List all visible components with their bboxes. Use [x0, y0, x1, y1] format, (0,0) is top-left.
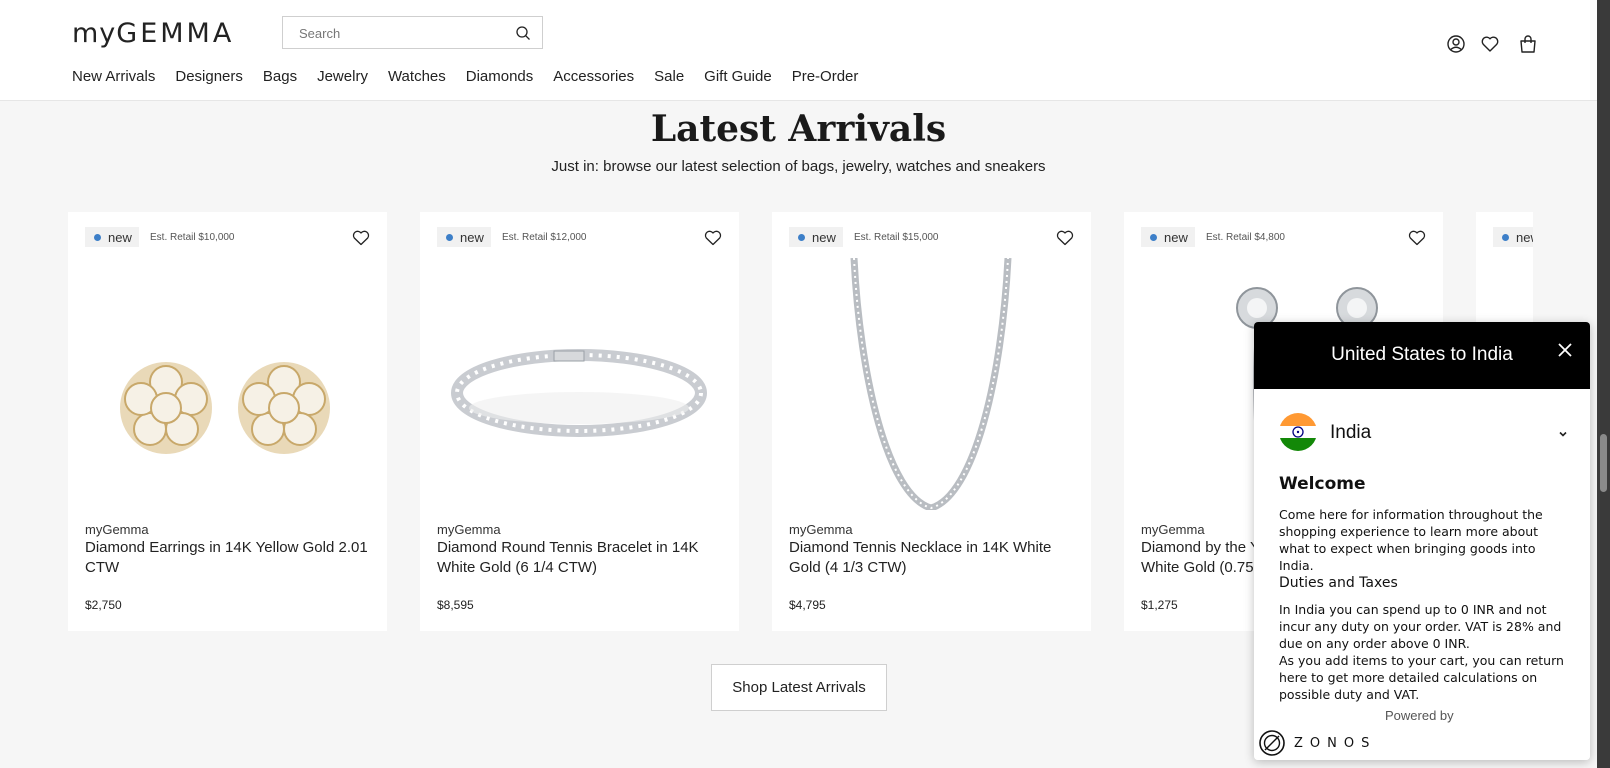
product-card[interactable]: new Est. Retail $10,000 myGemma Diamond …: [68, 212, 387, 631]
nav-gift-guide[interactable]: Gift Guide: [704, 68, 772, 85]
india-flag-icon: [1279, 413, 1317, 451]
est-retail: Est. Retail $4,800: [1206, 232, 1285, 243]
wishlist-heart-icon[interactable]: [1056, 230, 1074, 246]
nav-accessories[interactable]: Accessories: [553, 68, 634, 85]
wishlist-icon[interactable]: [1480, 34, 1500, 54]
new-dot-icon: [798, 233, 805, 241]
product-image-necklace[interactable]: [788, 257, 1075, 512]
est-retail: Est. Retail $12,000: [502, 232, 587, 243]
header-icons: [1446, 34, 1538, 54]
badge-label: new: [108, 229, 132, 245]
search-box: [282, 16, 543, 49]
duties-text-cart: As you add items to your cart, you can r…: [1279, 653, 1564, 702]
product-image-bracelet[interactable]: [436, 258, 723, 510]
nav-pre-order[interactable]: Pre-Order: [792, 68, 859, 85]
new-dot-icon: [1150, 233, 1157, 241]
product-brand: myGemma: [789, 522, 853, 537]
shop-latest-arrivals-button[interactable]: Shop Latest Arrivals: [711, 664, 887, 711]
product-card[interactable]: new Est. Retail $12,000 myGemma Diamond …: [420, 212, 739, 631]
product-image-earrings[interactable]: [84, 258, 371, 510]
product-brand: myGemma: [1141, 522, 1205, 537]
badge-label: new: [1516, 229, 1533, 245]
search-input[interactable]: [299, 24, 509, 42]
product-name[interactable]: Diamond Earrings in 14K Yellow Gold 2.01…: [85, 538, 375, 578]
main-nav: New Arrivals Designers Bags Jewelry Watc…: [72, 68, 878, 85]
badge-label: new: [812, 229, 836, 245]
mygemma-logo[interactable]: myGEMMA: [72, 18, 234, 49]
product-name[interactable]: Diamond Round Tennis Bracelet in 14K Whi…: [437, 538, 727, 578]
close-icon[interactable]: [1558, 342, 1572, 357]
est-retail: Est. Retail $15,000: [854, 232, 939, 243]
country-selector[interactable]: India: [1279, 413, 1569, 453]
new-badge: new: [85, 227, 139, 247]
zonos-duty-panel: United States to India India Welcome Com…: [1254, 322, 1590, 760]
product-brand: myGemma: [437, 522, 501, 537]
wishlist-heart-icon[interactable]: [352, 230, 370, 246]
account-icon[interactable]: [1446, 34, 1466, 54]
product-price: $8,595: [437, 598, 474, 612]
new-badge: new: [1493, 227, 1533, 247]
product-price: $4,795: [789, 598, 826, 612]
zonos-logo[interactable]: ZONOS: [1259, 730, 1376, 756]
nav-diamonds[interactable]: Diamonds: [466, 68, 534, 85]
est-retail: Est. Retail $10,000: [150, 232, 235, 243]
country-name: India: [1330, 422, 1372, 443]
nav-designers[interactable]: Designers: [175, 68, 243, 85]
scrollbar-thumb[interactable]: [1600, 434, 1607, 492]
zonos-header: United States to India: [1254, 322, 1590, 389]
nav-new-arrivals[interactable]: New Arrivals: [72, 68, 155, 85]
nav-jewelry[interactable]: Jewelry: [317, 68, 368, 85]
wishlist-heart-icon[interactable]: [704, 230, 722, 246]
product-price: $1,275: [1141, 598, 1178, 612]
zonos-mark-icon: [1259, 730, 1285, 756]
zonos-title: United States to India: [1331, 344, 1513, 365]
wishlist-heart-icon[interactable]: [1408, 230, 1426, 246]
product-price: $2,750: [85, 598, 122, 612]
chevron-down-icon: [1557, 425, 1569, 437]
badge-label: new: [1164, 229, 1188, 245]
new-badge: new: [437, 227, 491, 247]
search-icon[interactable]: [515, 25, 531, 41]
duties-text: In India you can spend up to 0 INR and n…: [1279, 602, 1562, 651]
section-subtitle: Just in: browse our latest selection of …: [551, 158, 1046, 175]
site-header: myGEMMA New Arrivals Designers Bags Jewe…: [0, 0, 1597, 101]
badge-label: new: [460, 229, 484, 245]
product-card[interactable]: new Est. Retail $15,000 myGemma Diamond …: [772, 212, 1091, 631]
welcome-text: Come here for information throughout the…: [1279, 507, 1543, 573]
new-badge: new: [789, 227, 843, 247]
section-title: Latest Arrivals: [650, 108, 947, 150]
new-dot-icon: [446, 233, 453, 241]
new-badge: new: [1141, 227, 1195, 247]
new-dot-icon: [94, 233, 101, 241]
product-name-line1: Diamond by the Ya: [1141, 539, 1268, 556]
shopping-bag-icon[interactable]: [1518, 34, 1538, 54]
powered-by-label: Powered by: [1385, 708, 1454, 723]
product-brand: myGemma: [85, 522, 149, 537]
product-name[interactable]: Diamond Tennis Necklace in 14K White Gol…: [789, 538, 1079, 578]
page-scrollbar[interactable]: [1597, 0, 1610, 768]
new-dot-icon: [1502, 233, 1509, 241]
logo-main: GEMMA: [116, 18, 235, 49]
nav-bags[interactable]: Bags: [263, 68, 297, 85]
product-name-line2: White Gold (0.75 C: [1141, 559, 1269, 576]
zonos-wordmark: ZONOS: [1294, 735, 1377, 751]
welcome-heading: Welcome: [1279, 474, 1366, 494]
duties-heading: Duties and Taxes: [1279, 575, 1398, 591]
nav-sale[interactable]: Sale: [654, 68, 684, 85]
logo-prefix: my: [72, 18, 117, 49]
nav-watches[interactable]: Watches: [388, 68, 446, 85]
zonos-info: Welcome Come here for information throug…: [1279, 474, 1569, 703]
